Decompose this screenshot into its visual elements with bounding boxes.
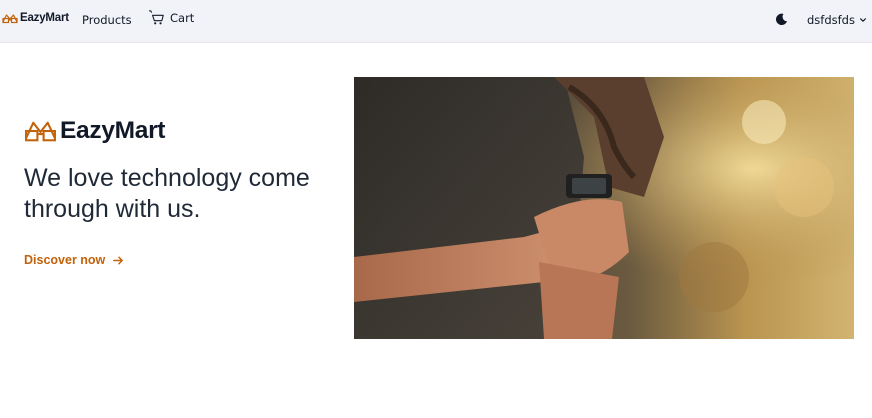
moon-icon xyxy=(775,13,788,26)
nav-cart-label: Cart xyxy=(170,11,195,25)
brand-logo-link[interactable]: EazyMart xyxy=(2,12,69,24)
smartwatch-photo xyxy=(354,77,854,339)
discover-now-button[interactable]: Discover now xyxy=(24,253,124,267)
glasses-icon xyxy=(2,14,18,24)
cart-icon xyxy=(149,10,164,25)
nav-cart-link[interactable]: Cart xyxy=(148,10,194,26)
glasses-icon xyxy=(25,121,56,142)
arrow-right-icon xyxy=(113,256,124,264)
hero-brand: EazyMart xyxy=(24,117,165,145)
discover-now-label: Discover now xyxy=(24,253,106,267)
user-name: dsfdsfds xyxy=(807,13,855,27)
hero-image xyxy=(354,77,854,339)
theme-toggle-button[interactable] xyxy=(775,13,788,26)
hero-heading: We love technology come through with us. xyxy=(24,164,310,223)
user-menu-dropdown[interactable]: dsfdsfds xyxy=(807,13,867,27)
top-navbar: EazyMart Products Cart dsfdsfds xyxy=(0,0,872,43)
nav-products-link[interactable]: Products xyxy=(82,13,132,27)
brand-name: EazyMart xyxy=(20,12,69,24)
chevron-down-icon xyxy=(860,18,866,22)
hero-brand-name: EazyMart xyxy=(60,117,166,144)
